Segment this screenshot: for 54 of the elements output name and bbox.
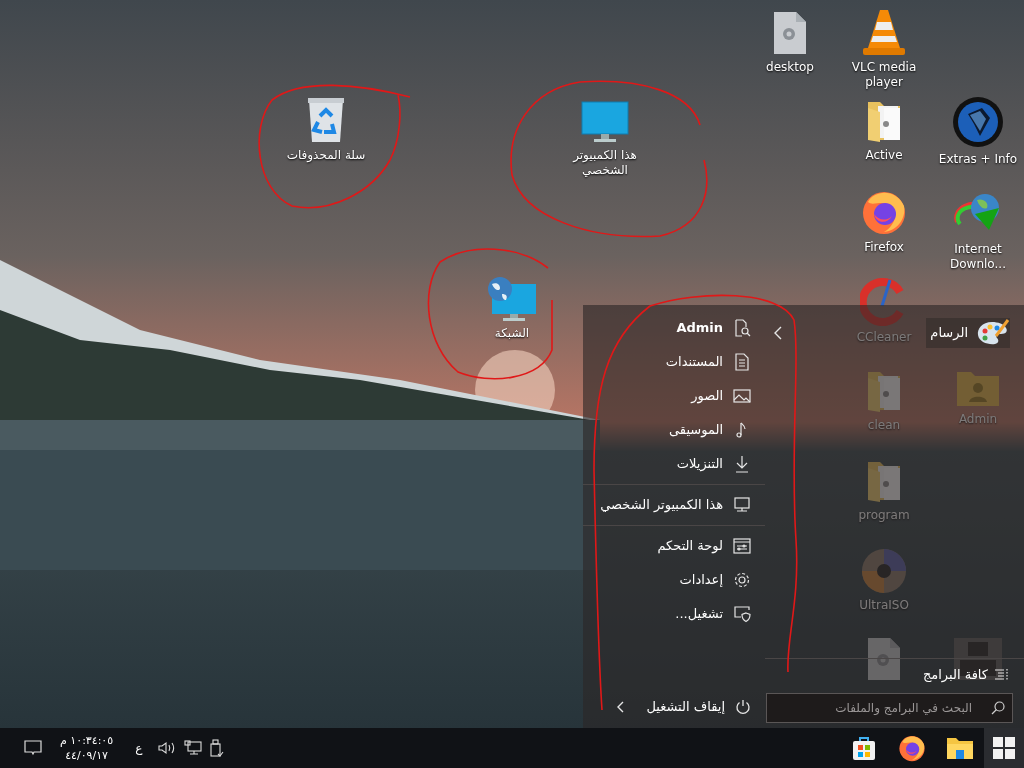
- monitor-icon: [733, 496, 751, 514]
- desktop-icon-label[interactable]: الشبكة: [494, 326, 530, 341]
- start-menu-item[interactable]: Admin: [583, 311, 765, 345]
- settings-icon: [733, 571, 751, 589]
- start-menu-item[interactable]: التنزيلات: [583, 447, 765, 481]
- start-menu-item[interactable]: لوحة التحكم: [583, 529, 765, 563]
- clock[interactable]: ١٠:٣٤:٠٥ م ٤٤/٠٩/١٧: [60, 733, 114, 763]
- desktop-icon-label[interactable]: VLC media player: [844, 60, 924, 90]
- desktop-icon-label[interactable]: Firefox: [864, 240, 904, 255]
- start-menu-item[interactable]: المستندات: [583, 345, 765, 379]
- desktop-icon-label[interactable]: Internet Downlo...: [938, 242, 1018, 272]
- start-menu-item[interactable]: هذا الكمبيوتر الشخصي: [583, 488, 765, 522]
- shopping-bag-icon[interactable]: [852, 735, 876, 761]
- start-menu-item[interactable]: الصور: [583, 379, 765, 413]
- desktop-icon-label[interactable]: Extras + Info: [938, 152, 1018, 167]
- desktop-icon-label[interactable]: desktop: [766, 60, 814, 75]
- control-panel-icon: [733, 537, 751, 555]
- monitor-icon: [580, 100, 630, 144]
- gear-file-icon: [866, 636, 902, 682]
- search-field[interactable]: البحث في البرامج والملفات: [766, 693, 1013, 723]
- network-monitor-icon[interactable]: [184, 740, 203, 756]
- speaker-icon[interactable]: [158, 741, 177, 755]
- desktop-icon-label[interactable]: Active: [865, 148, 903, 163]
- all-programs-item[interactable]: كافة البرامج: [765, 659, 1024, 691]
- globe-monitor-icon: [486, 276, 538, 322]
- document-icon: [733, 353, 751, 371]
- chevron-icon[interactable]: [616, 701, 625, 713]
- chevron-icon[interactable]: [773, 326, 783, 340]
- recycle-bin-icon: [306, 96, 346, 144]
- shield-window-icon: [733, 605, 751, 623]
- orb-icon: [952, 96, 1004, 148]
- gear-file-icon: [772, 10, 808, 56]
- start-menu-item[interactable]: تشغيل...: [583, 597, 765, 631]
- power-icon: [735, 699, 751, 715]
- language-indicator[interactable]: ع: [135, 739, 143, 757]
- picture-icon: [733, 387, 751, 405]
- usb-drive-icon[interactable]: [210, 739, 225, 757]
- download-icon: [733, 455, 751, 473]
- power-button[interactable]: إيقاف التشغيل: [583, 690, 765, 724]
- start-button[interactable]: [984, 728, 1024, 768]
- folder-icon[interactable]: [946, 736, 974, 760]
- disc-icon: [861, 548, 907, 594]
- desktop-icon-label[interactable]: هذا الكمبيوتر الشخصي: [555, 148, 655, 178]
- notification-icon[interactable]: [24, 740, 42, 756]
- list-icon: [994, 668, 1010, 682]
- fox-globe-icon: [897, 733, 927, 763]
- traffic-cone-icon: [861, 8, 907, 56]
- user-document-icon: [733, 319, 751, 337]
- start-menu-item[interactable]: إعدادات: [583, 563, 765, 597]
- search-icon: [991, 701, 1005, 715]
- pinned-app[interactable]: الرسام: [926, 318, 1010, 348]
- windows-logo-icon: [993, 737, 1015, 759]
- desktop-icon-label[interactable]: سلة المحذوفات: [286, 148, 366, 163]
- start-menu-item[interactable]: الموسيقى: [583, 413, 765, 447]
